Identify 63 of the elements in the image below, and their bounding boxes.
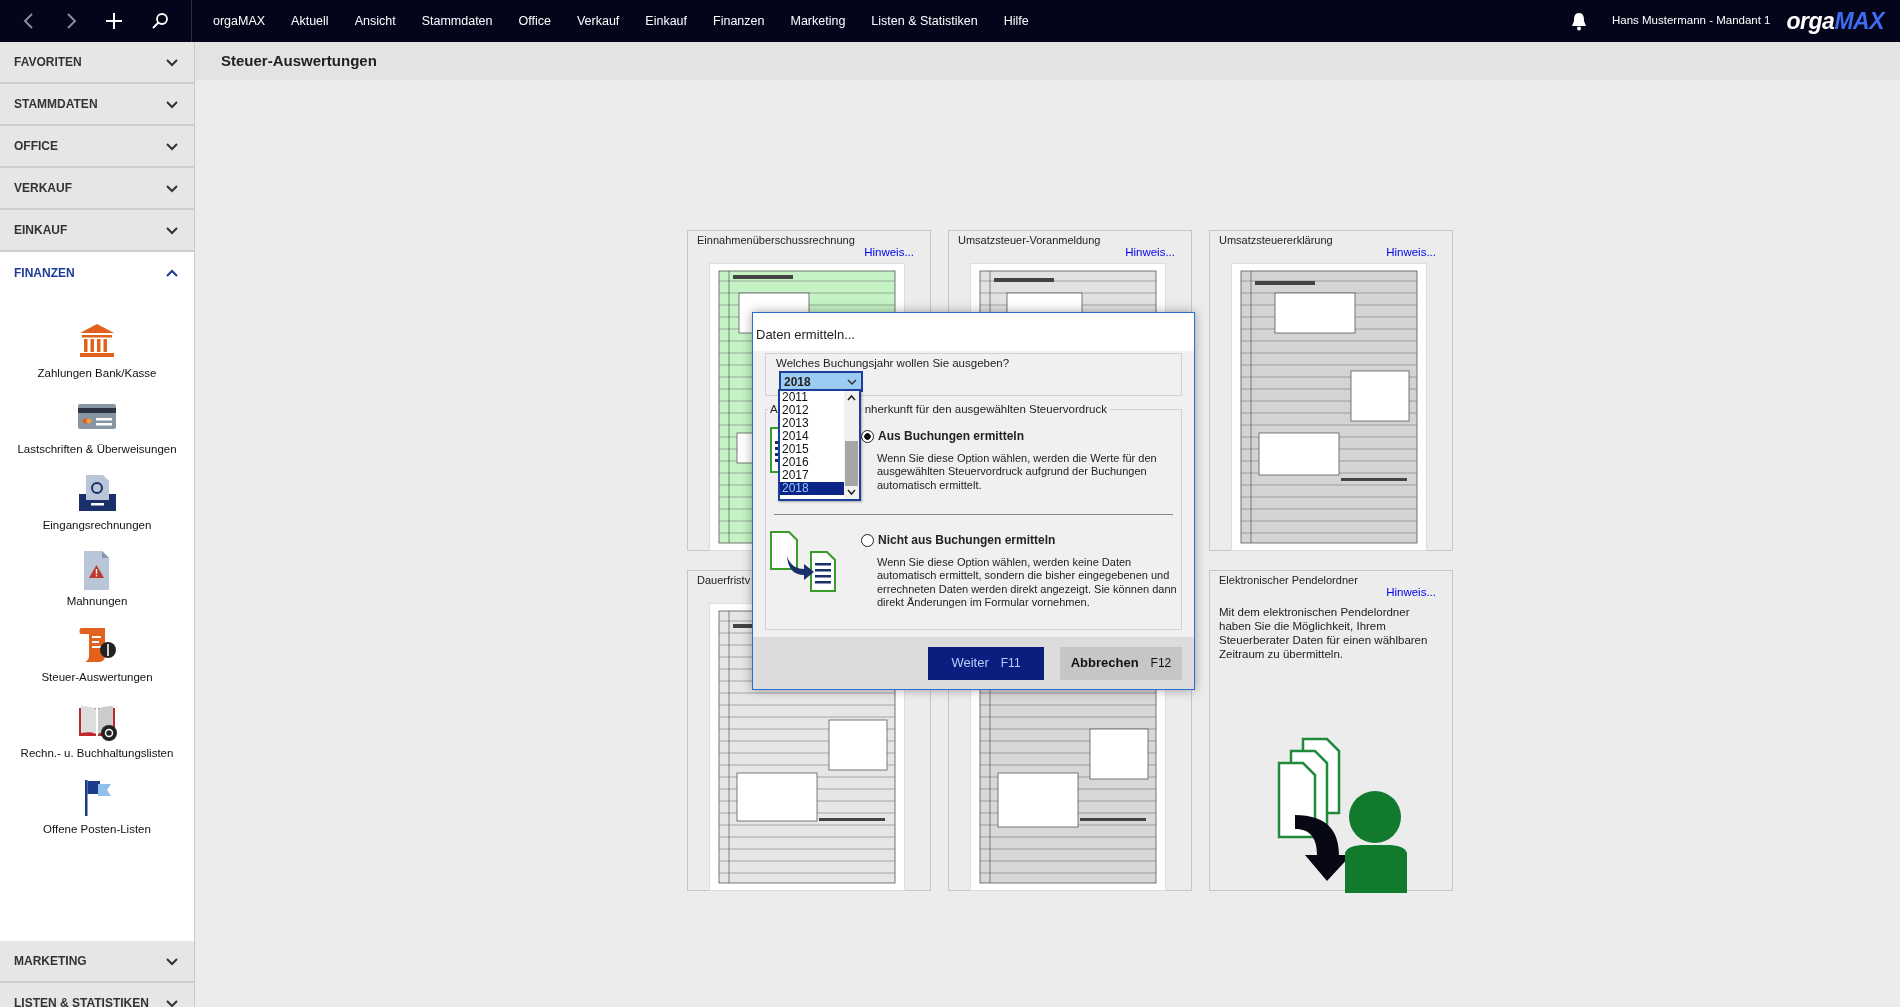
menu-item[interactable]: orgaMAX <box>200 11 279 31</box>
user-name[interactable]: Hans Mustermann - Mandant 1 <box>1612 12 1771 30</box>
sidebar-item[interactable]: Offene Posten-Listen <box>0 778 194 854</box>
list-option[interactable]: 2014 <box>780 430 844 443</box>
menu-item[interactable]: Ansicht <box>341 11 409 31</box>
sidebar-section[interactable]: FAVORITEN <box>0 42 194 84</box>
list-option[interactable]: 2013 <box>780 417 844 430</box>
next-button[interactable]: Weiter F11 <box>928 646 1044 680</box>
menu-item[interactable]: Verkauf <box>563 11 633 31</box>
scrollbar[interactable] <box>844 391 859 499</box>
radio-option[interactable]: Aus Buchungen ermitteln <box>861 427 1024 445</box>
menu-item[interactable]: Finanzen <box>700 11 778 31</box>
list-option[interactable]: 2016 <box>780 456 844 469</box>
hint-link[interactable]: Hinweis... <box>695 245 918 259</box>
sidebar-item[interactable]: Zahlungen Bank/Kasse <box>0 322 194 398</box>
menu-item[interactable]: Aktuell <box>278 11 342 31</box>
radio-option[interactable]: Nicht aus Buchungen ermitteln <box>861 531 1056 549</box>
hint-link[interactable]: Hinweis... <box>956 245 1179 259</box>
dialog-title: Daten ermitteln... <box>753 313 1194 351</box>
hint-link[interactable]: Hinweis... <box>1217 585 1440 599</box>
card-title: Umsatzsteuererklärung <box>1217 233 1335 248</box>
menu-item[interactable]: Einkauf <box>632 11 701 31</box>
hint-link[interactable]: Hinweis... <box>1217 245 1440 259</box>
sidebar-section[interactable]: VERKAUF <box>0 168 194 210</box>
sidebar-item[interactable]: Rechn.- u. Buchhaltungslisten <box>0 702 194 778</box>
list-option[interactable]: 2012 <box>780 404 844 417</box>
logo: orgaMAX <box>1786 9 1884 33</box>
sidebar-section[interactable]: LISTEN & STATISTIKEN <box>0 983 194 1007</box>
page-title: Steuer-Auswertungen <box>221 50 377 71</box>
sidebar-item[interactable]: Mahnungen <box>0 550 194 626</box>
caret-icon <box>846 376 858 387</box>
tray-icon <box>77 474 117 514</box>
radio-button[interactable] <box>861 429 874 443</box>
list-option[interactable]: 2011 <box>780 391 844 404</box>
sidebar-item[interactable]: Eingangsrechnungen <box>0 474 194 550</box>
list-option[interactable]: 2017 <box>780 469 844 482</box>
sidebar-section[interactable]: EINKAUF <box>0 210 194 252</box>
plus-icon[interactable] <box>105 12 124 30</box>
list-option[interactable]: 2018 <box>780 482 844 495</box>
group-label: Welches Buchungsjahr wollen Sie ausgeben? <box>774 356 1012 371</box>
menu-item[interactable]: Marketing <box>777 11 859 31</box>
document-transfer-icon <box>770 531 836 593</box>
menu-item[interactable]: Stammdaten <box>408 11 506 31</box>
radio-button[interactable] <box>861 533 874 547</box>
cancel-button[interactable]: Abbrechen F12 <box>1060 646 1182 680</box>
group-label: nherkunft für den ausgewählten Steuervordruck <box>862 402 1109 417</box>
menu-item[interactable]: Office <box>505 11 564 31</box>
sidebar-section[interactable]: STAMMDATEN <box>0 84 194 126</box>
list-option[interactable]: 2015 <box>780 443 844 456</box>
back-icon[interactable] <box>21 12 36 30</box>
card-title: Umsatzsteuer-Voranmeldung <box>956 233 1103 248</box>
menu-item[interactable]: Hilfe <box>990 11 1042 31</box>
sidebar-item[interactable]: Lastschriften & Überweisungen <box>0 398 194 474</box>
sidebar-section[interactable]: MARKETING <box>0 941 194 983</box>
option-description: Wenn Sie diese Option wählen, werden die Werte für den ausgewählten Steuervordruck aufgrund der Buchungen automatisch ermittelt. <box>877 451 1158 492</box>
search-icon[interactable] <box>151 12 170 30</box>
bell-icon[interactable] <box>1570 11 1588 31</box>
sidebar-section[interactable]: OFFICE <box>0 126 194 168</box>
menu-item[interactable]: Listen & Statistiken <box>858 11 991 31</box>
description-text: Mit dem elektronischen Pendelordner haben Sie die Möglichkeit, Ihrem Steuerberater Daten für einen wählbaren Zeitraum zu übermitteln. <box>1219 605 1429 661</box>
sidebar-item[interactable]: Steuer-Auswertungen <box>0 626 194 702</box>
option-description: Wenn Sie diese Option wählen, werden keine Daten automatisch ermittelt, sondern die bisher eingegebenen und errechneten Daten werden direkt angezeigt. Sie können dann direkt Änderungen im Formular vornehmen. <box>877 555 1177 610</box>
card-title: Einnahmenüberschussrechnung <box>695 233 857 248</box>
